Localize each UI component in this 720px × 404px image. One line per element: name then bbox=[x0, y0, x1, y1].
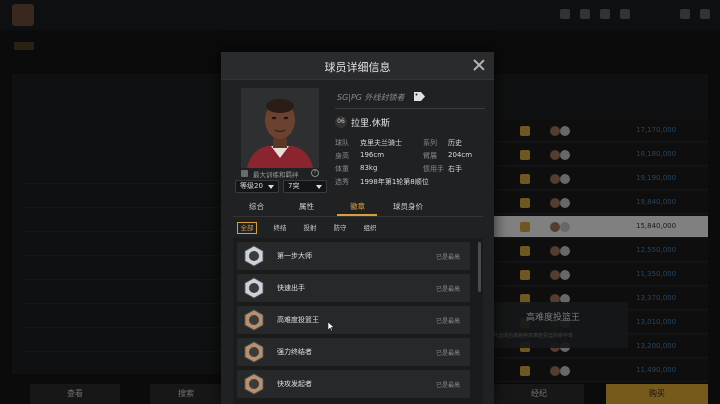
close-icon[interactable] bbox=[472, 58, 486, 72]
mentor-line: 最大训练和羁绊 ? bbox=[241, 168, 323, 179]
info-value: 克里夫兰骑士 bbox=[360, 139, 402, 147]
info-key: 球队 bbox=[335, 139, 349, 147]
detail-tabs: 综合 属性 徽章 球员身价 bbox=[233, 198, 483, 216]
info-value: 83kg bbox=[360, 164, 378, 172]
player-name: 拉里.休斯 bbox=[351, 119, 390, 129]
level-select-value: 等级20 bbox=[240, 182, 263, 190]
filter-playmaking[interactable]: 组织 bbox=[361, 222, 379, 234]
badge-row[interactable]: 快攻发起者 已是最高 bbox=[237, 370, 470, 398]
chevron-down-icon bbox=[268, 185, 274, 189]
modal-title: 球员详细信息 bbox=[324, 61, 391, 74]
mentor-label: 最大训练和羁绊 bbox=[253, 171, 299, 179]
divider bbox=[335, 108, 485, 109]
badge-icon bbox=[244, 309, 264, 331]
tab-player-value[interactable]: 球员身价 bbox=[393, 201, 423, 212]
info-key: 体重 bbox=[335, 165, 349, 173]
breakthrough-select[interactable]: 7突 bbox=[283, 180, 327, 193]
info-value: 204cm bbox=[448, 151, 473, 159]
player-detail-modal: 球员详细信息 最大训练和羁绊 ? 等级20 7突 SG|PG 外线封锁者 06 bbox=[221, 52, 494, 404]
tab-attributes[interactable]: 属性 bbox=[299, 201, 314, 212]
badge-icon bbox=[244, 341, 264, 363]
breakthrough-select-value: 7突 bbox=[288, 182, 300, 190]
badge-level: 已是最高 bbox=[435, 382, 460, 389]
tab-overview[interactable]: 综合 bbox=[249, 201, 264, 212]
player-portrait bbox=[241, 88, 319, 168]
help-icon[interactable]: ? bbox=[311, 169, 319, 177]
badge-name: 高难度投篮王 bbox=[277, 316, 319, 324]
badge-icon bbox=[244, 277, 264, 299]
tab-badges[interactable]: 徽章 bbox=[350, 201, 365, 212]
tabs-divider bbox=[233, 216, 483, 217]
filter-finishing[interactable]: 终结 bbox=[271, 222, 289, 234]
badge-level: 已是最高 bbox=[435, 350, 460, 357]
mouse-cursor-icon bbox=[328, 322, 334, 331]
info-key: 选秀 bbox=[335, 178, 349, 186]
player-position: SG|PG 外线封锁者 bbox=[337, 93, 405, 102]
info-value: 196cm bbox=[360, 151, 385, 159]
badge-row[interactable]: 第一步大师 已是最高 bbox=[237, 242, 470, 270]
badge-level: 已是最高 bbox=[435, 254, 460, 261]
badge-name: 强力终结者 bbox=[277, 348, 312, 356]
info-value: 右手 bbox=[448, 165, 462, 173]
info-key: 惯用手 bbox=[423, 165, 444, 173]
scrollbar[interactable] bbox=[478, 242, 481, 292]
filter-all[interactable]: 全部 bbox=[237, 222, 257, 234]
badge-row[interactable]: 高难度投篮王 已是最高 bbox=[237, 306, 470, 334]
info-key: 身高 bbox=[335, 152, 349, 160]
info-value: 历史 bbox=[448, 139, 462, 147]
badge-name: 第一步大师 bbox=[277, 252, 312, 260]
training-icon bbox=[241, 170, 248, 177]
filter-shooting[interactable]: 投射 bbox=[301, 222, 319, 234]
badge-name: 快速出手 bbox=[277, 284, 305, 292]
badge-name: 快攻发起者 bbox=[277, 380, 312, 388]
info-key: 臂展 bbox=[423, 152, 437, 160]
badge-row[interactable]: 强力终结者 已是最高 bbox=[237, 338, 470, 366]
badge-level: 已是最高 bbox=[435, 318, 460, 325]
badge-icon bbox=[244, 373, 264, 395]
badge-list[interactable]: 第一步大师 已是最高 快速出手 已是最高 高难度投篮王 已是最高 强力终结者 已是最高 快攻发起… bbox=[233, 238, 483, 404]
chevron-down-icon bbox=[316, 185, 322, 189]
filter-defense[interactable]: 防守 bbox=[331, 222, 349, 234]
modal-header: 球员详细信息 bbox=[221, 52, 494, 80]
info-value: 1998年第1轮第8顺位 bbox=[360, 178, 429, 186]
badge-icon bbox=[244, 245, 264, 267]
badge-row[interactable]: 快速出手 已是最高 bbox=[237, 274, 470, 302]
badge-level: 已是最高 bbox=[435, 286, 460, 293]
level-select[interactable]: 等级20 bbox=[235, 180, 279, 193]
tag-icon[interactable] bbox=[414, 92, 425, 101]
info-key: 系列 bbox=[423, 139, 437, 147]
jersey-number: 06 bbox=[335, 116, 347, 128]
